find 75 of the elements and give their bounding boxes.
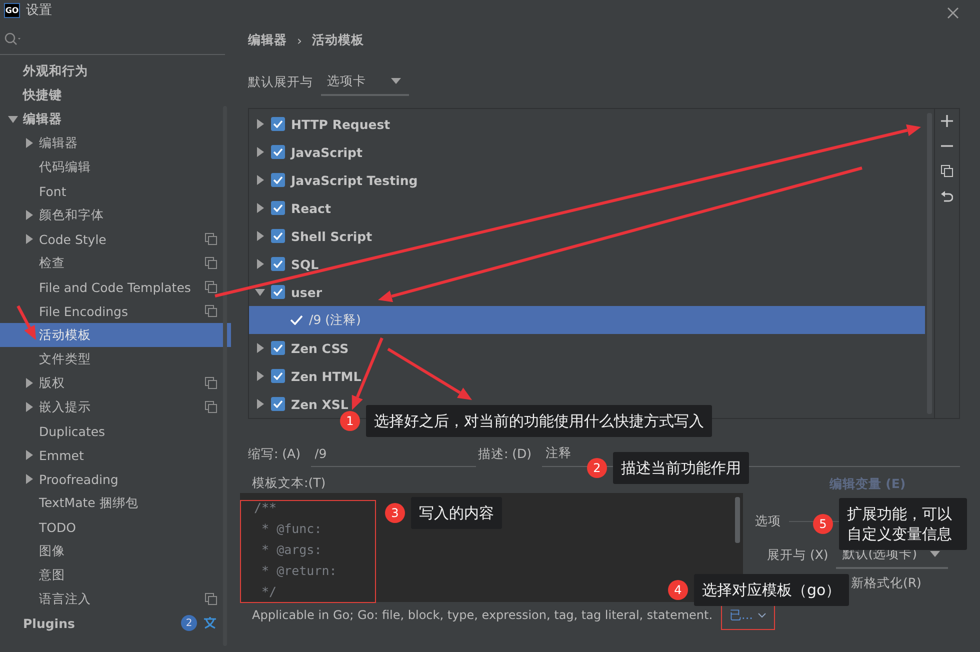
sidebar-item[interactable]: 检查 (0, 251, 231, 275)
sidebar-item[interactable]: 代码编辑 (0, 155, 231, 179)
sidebar-item[interactable]: 外观和行为 (0, 59, 231, 83)
sidebar-item[interactable]: File Encodings (0, 299, 231, 323)
chevron-icon (758, 612, 766, 618)
sidebar-item[interactable]: 编辑器 (0, 131, 231, 155)
section-title: 选项 (755, 512, 781, 530)
sidebar-item[interactable]: 版权 (0, 371, 231, 395)
sidebar-item[interactable]: 活动模板 (0, 323, 231, 347)
template-group-row[interactable]: HTTP Request (249, 110, 925, 138)
template-row[interactable]: /9 (注释) (249, 306, 925, 334)
number-badge: 2 (587, 458, 607, 478)
add-icon[interactable] (941, 115, 953, 127)
annotation-tooltip: 选择好之后，对当前的功能使用什么快捷方式写入 (366, 405, 712, 437)
annotation-tooltip: 写入的内容 (411, 497, 502, 529)
sidebar-item[interactable]: 嵌入提示 (0, 395, 231, 419)
checkbox[interactable] (271, 341, 285, 355)
checkbox[interactable] (271, 229, 285, 243)
checkbox[interactable] (271, 117, 285, 131)
template-group-row[interactable]: JavaScript (249, 138, 925, 166)
checkbox[interactable] (271, 285, 285, 299)
sidebar-item[interactable]: File and Code Templates (0, 275, 231, 299)
checkbox[interactable] (271, 397, 285, 411)
sidebar-item[interactable]: 快捷键 (0, 83, 231, 107)
field-label: 缩写: (A) (248, 446, 300, 462)
sidebar-item[interactable]: 图像 (0, 539, 231, 563)
sidebar-item[interactable]: 文件类型 (0, 347, 231, 371)
field-label: 展开与 (X) (767, 546, 828, 564)
sidebar-item[interactable]: Plugins 2 (0, 611, 231, 635)
sidebar-item[interactable]: 语言注入 (0, 587, 231, 611)
annotation-tooltip: 描述当前功能作用 (613, 452, 749, 484)
checkbox[interactable] (271, 201, 285, 215)
count-badge: 2 (181, 615, 197, 631)
template-group-row[interactable]: user (249, 278, 925, 306)
dropdown-icon (391, 78, 401, 84)
checkbox[interactable] (271, 369, 285, 383)
field-label: 模板文本:(T) (252, 475, 327, 491)
checkbox[interactable] (271, 173, 285, 187)
sidebar-item[interactable]: Proofreading (0, 467, 231, 491)
close-icon[interactable] (947, 7, 959, 19)
sidebar-item[interactable]: TODO (0, 515, 231, 539)
sidebar-item[interactable]: Emmet (0, 443, 231, 467)
checkbox[interactable] (271, 257, 285, 271)
template-group-row[interactable]: SQL (249, 250, 925, 278)
sidebar-item[interactable]: 意图 (0, 563, 231, 587)
breadcrumb-item[interactable]: 编辑器 (248, 32, 287, 48)
field-label: 默认展开与 (248, 74, 313, 90)
template-group-row[interactable]: Zen HTML (249, 362, 925, 390)
sidebar-item[interactable]: TextMate 捆绑包 (0, 491, 231, 515)
breadcrumb-separator: › (297, 32, 302, 48)
checkbox[interactable] (271, 145, 285, 159)
copy-icon[interactable] (941, 165, 953, 177)
sidebar-item[interactable]: Duplicates (0, 419, 231, 443)
app-logo: GO (4, 2, 20, 18)
sidebar-item[interactable]: Font (0, 179, 231, 203)
undo-icon[interactable] (941, 190, 953, 202)
template-group-row[interactable]: Shell Script (249, 222, 925, 250)
sidebar-item[interactable]: Code Style (0, 227, 231, 251)
annotation-tooltip: 选择对应模板（go） (694, 574, 849, 606)
field-label: 描述: (D) (478, 446, 532, 462)
window-title: 设置 (26, 2, 52, 19)
expand-dropdown[interactable]: 选项卡 (321, 68, 409, 96)
number-badge: 5 (813, 514, 833, 534)
sidebar-item[interactable]: 编辑器 (0, 107, 231, 131)
sidebar-item[interactable]: 颜色和字体 (0, 203, 231, 227)
checkbox-label: 新格式化(R) (851, 575, 922, 592)
abbreviation-field[interactable]: /9 (310, 442, 476, 466)
template-group-row[interactable]: React (249, 194, 925, 222)
template-group-row[interactable]: Zen CSS (249, 334, 925, 362)
annotation-tooltip: 扩展功能，可以自定义变量信息 (839, 498, 967, 550)
template-group-row[interactable]: JavaScript Testing (249, 166, 925, 194)
breadcrumb-item[interactable]: 活动模板 (312, 32, 364, 48)
number-badge: 1 (340, 411, 360, 431)
scrollbar[interactable] (735, 497, 740, 543)
applicable-text: Applicable in Go; Go: file, block, type, expression, tag, tag literal, statement. (252, 608, 713, 622)
